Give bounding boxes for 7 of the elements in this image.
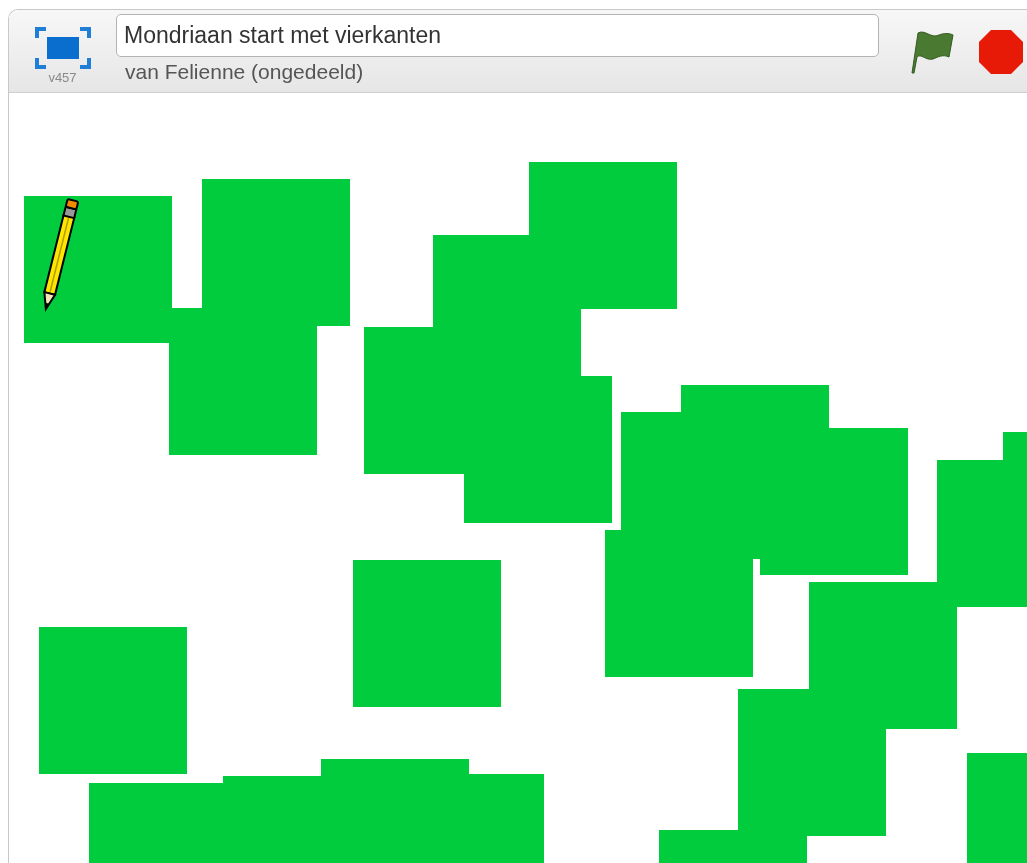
byline-text: van Felienne (ongedeeld): [124, 59, 365, 82]
version-label: v457: [48, 71, 77, 84]
pencil-icon: [43, 197, 80, 312]
stop-icon[interactable]: [977, 28, 1025, 76]
fullscreen-icon[interactable]: [34, 26, 91, 70]
flag-icon[interactable]: [909, 29, 955, 75]
project-title-field[interactable]: Mondriaan start met vierkanten: [116, 14, 879, 57]
